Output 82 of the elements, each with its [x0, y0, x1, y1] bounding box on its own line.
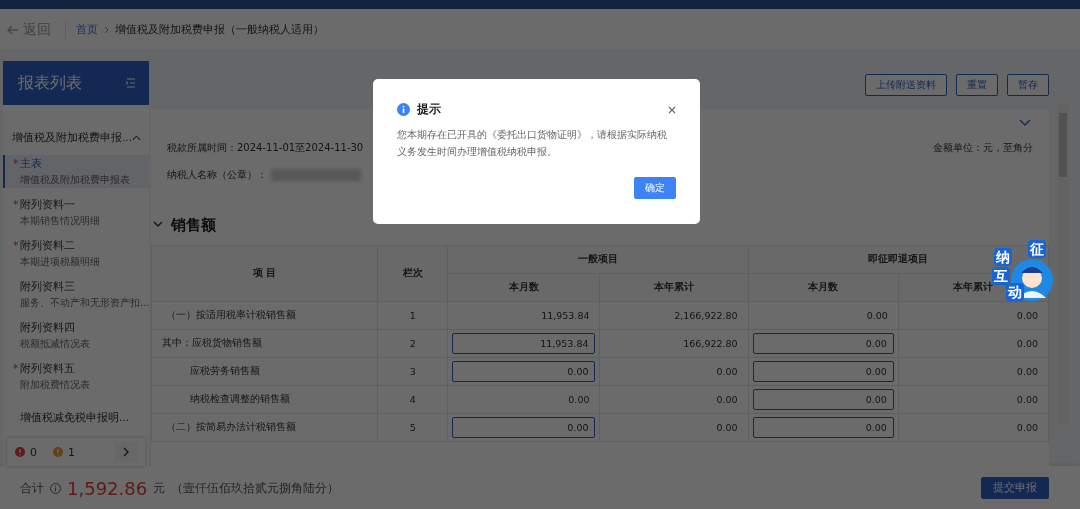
required-mark: *: [13, 199, 20, 210]
chevron-right-icon: [123, 447, 129, 457]
mascot-label: 纳: [994, 248, 1012, 267]
table-cell: 其中：应税货物销售额: [151, 329, 378, 358]
toolbar-button[interactable]: 上传附送资料: [865, 74, 947, 96]
group-toggle[interactable]: 增值税及附加税费申报...: [3, 121, 149, 155]
warning-count: 1: [68, 445, 75, 459]
table-cell: 0.00: [898, 413, 1049, 442]
table-cell: 0.00: [447, 385, 600, 414]
table-cell: 11,953.84: [447, 301, 600, 330]
amount-field[interactable]: 11,953.84: [452, 333, 596, 354]
close-icon: [668, 105, 676, 114]
table-cell: 0.00: [898, 385, 1049, 414]
item-label: 主表: [20, 156, 42, 171]
table-cell: 0.00: [600, 357, 749, 386]
table-cell: 5: [377, 413, 448, 442]
sidebar-item[interactable]: 增值税减免税申报明...: [3, 401, 149, 434]
mascot-figure-drawing[interactable]: [1010, 258, 1054, 302]
column-header: 本月数: [447, 273, 600, 302]
table-cell: 0.00: [600, 413, 749, 442]
table-cell: 0.00: [898, 301, 1049, 330]
item-subtitle: 服务、不动产和无形资产扣...: [20, 295, 147, 310]
amount-unit: 金额单位：元，至角分: [933, 141, 1033, 155]
amount-field[interactable]: 0.00: [752, 333, 894, 354]
info-icon: [50, 482, 61, 494]
mascot-label: 征: [1028, 240, 1046, 259]
mascot-label: 互: [992, 267, 1010, 286]
sidebar-title: 报表列表: [18, 72, 82, 94]
table-cell: 0.00: [600, 385, 749, 414]
item-label: 增值税减免税申报明...: [20, 410, 129, 425]
item-label: 附列资料五: [20, 361, 75, 376]
chevron-down-icon[interactable]: [1019, 119, 1031, 126]
required-mark: *: [13, 158, 20, 169]
error-count: 0: [30, 445, 37, 459]
taxpayer-label: 纳税人名称（公章）：: [167, 168, 267, 182]
table-cell: 2,166,922.80: [600, 301, 749, 330]
table-cell: 4: [377, 385, 448, 414]
total-label: 合计: [20, 479, 44, 497]
amount-field[interactable]: 0.00: [752, 389, 894, 410]
required-mark: *: [13, 363, 20, 374]
toolbar-button[interactable]: 暂存: [1007, 74, 1049, 96]
amount-field[interactable]: 0.00: [452, 361, 596, 382]
column-header: 本年累计: [600, 273, 749, 302]
submit-button[interactable]: 提交申报: [981, 477, 1049, 499]
currency-label: 元: [153, 479, 166, 497]
column-group-header: 一般项目: [447, 245, 749, 274]
column-header: 项 目: [151, 245, 378, 302]
mascot-label: 动: [1006, 283, 1024, 302]
amount-in-words: （壹仟伍佰玖拾贰元捌角陆分）: [171, 479, 340, 497]
error-icon: [15, 447, 25, 457]
chevron-right-icon: [104, 25, 109, 34]
toolbar-button[interactable]: 重置: [956, 74, 998, 96]
amount-field[interactable]: 0.00: [452, 417, 596, 438]
table-cell: 1: [377, 301, 448, 330]
column-header: 本月数: [748, 273, 899, 302]
dialog-title: 提示: [417, 101, 441, 118]
table-cell: 纳税检查调整的销售额: [151, 385, 378, 414]
table-cell: 0.00: [898, 329, 1049, 358]
back-arrow-icon: [6, 23, 19, 36]
table-cell: 应税劳务销售额: [151, 357, 378, 386]
table-cell: 166,922.80: [600, 329, 749, 358]
confirm-button[interactable]: 确定: [634, 177, 676, 200]
section-title: 销售额: [171, 216, 216, 235]
warning-icon: [53, 447, 63, 457]
amount-field[interactable]: 0.00: [752, 417, 894, 438]
next-button[interactable]: [115, 442, 137, 462]
table-cell: 2: [377, 329, 448, 358]
menu-icon[interactable]: [124, 77, 137, 89]
item-label: 附列资料二: [20, 238, 75, 253]
table-cell: 0.00: [748, 301, 899, 330]
table-cell: 3: [377, 357, 448, 386]
total-amount: 1,592.86: [67, 477, 148, 499]
table-cell: 0.00: [898, 357, 1049, 386]
breadcrumb-link[interactable]: 首页: [76, 22, 98, 37]
item-label: 附列资料四: [20, 320, 75, 335]
amount-field[interactable]: 0.00: [752, 361, 894, 382]
tax-period: 税款所属时间：2024-11-01至2024-11-30: [167, 141, 364, 155]
close-button[interactable]: [668, 105, 676, 114]
column-header: 栏次: [377, 245, 448, 302]
dialog-message: 您本期存在已开具的《委托出口货物证明》，请根据实际纳税义务发生时间办理增值税纳税申报。: [397, 128, 668, 159]
required-mark: *: [13, 240, 20, 251]
info-icon: [397, 103, 410, 116]
